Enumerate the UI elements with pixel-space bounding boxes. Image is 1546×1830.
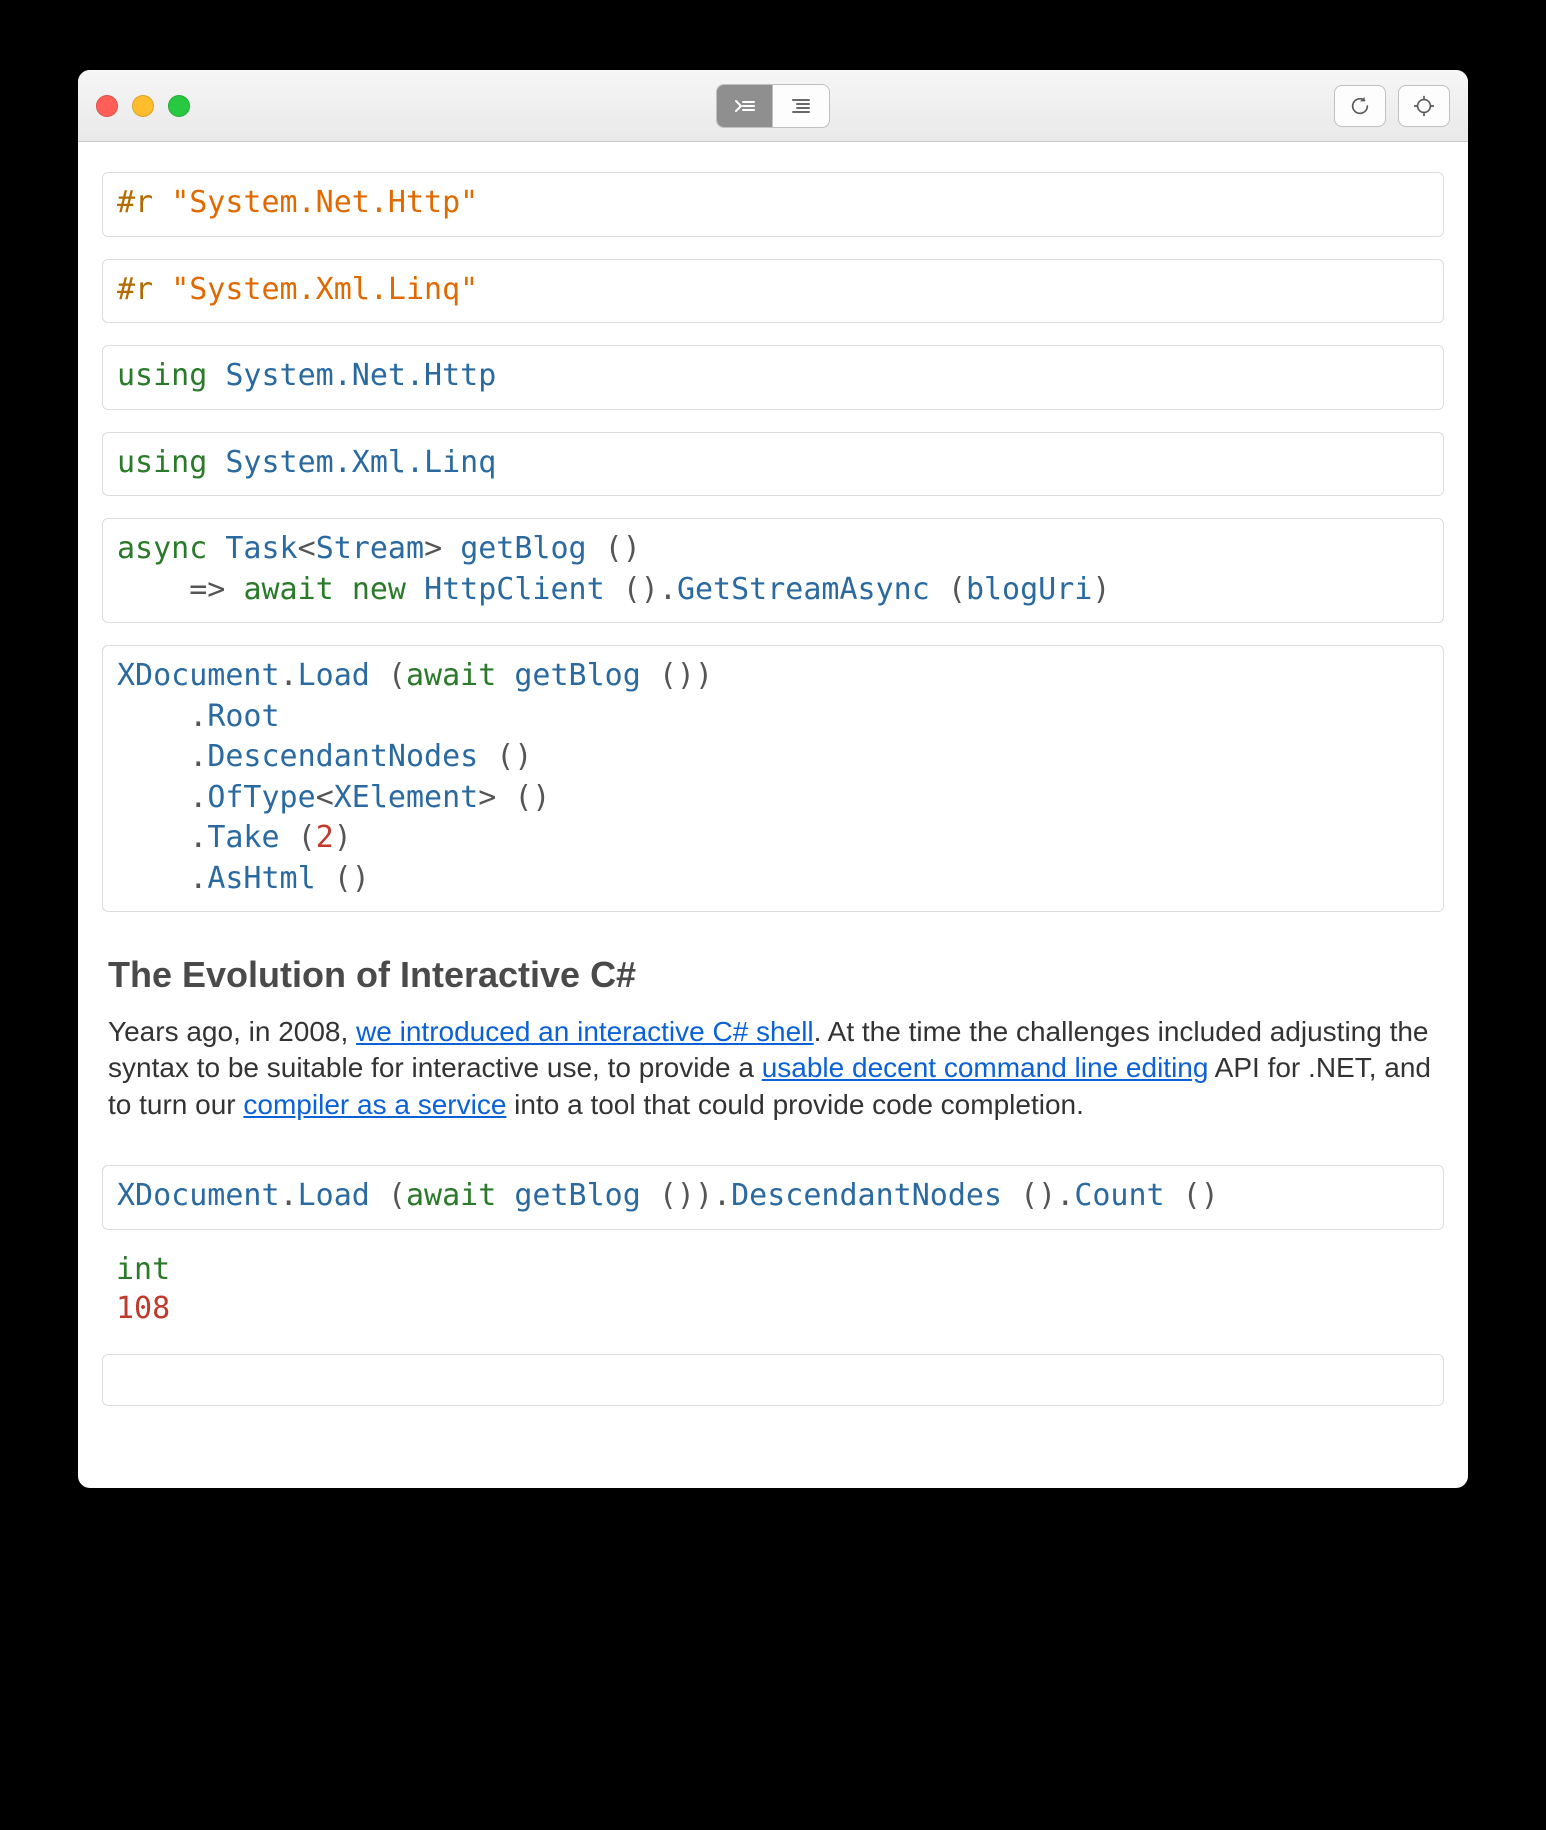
- target-button[interactable]: [1398, 85, 1450, 127]
- keyword: new: [352, 572, 406, 607]
- code-cell[interactable]: using System.Xml.Linq: [102, 432, 1444, 497]
- preprocessor-directive: #r: [117, 185, 153, 220]
- method-name: Load: [298, 658, 370, 693]
- member: Root: [207, 699, 279, 734]
- type: XDocument: [117, 1178, 280, 1213]
- keyword: await: [406, 1178, 496, 1213]
- repl-view-button[interactable]: [717, 85, 773, 127]
- minimize-icon[interactable]: [132, 95, 154, 117]
- type: Task: [225, 531, 297, 566]
- code-cell[interactable]: XDocument.Load (await getBlog ()).Descen…: [102, 1165, 1444, 1230]
- code-cell[interactable]: XDocument.Load (await getBlog ()) .Root …: [102, 645, 1444, 912]
- code-cell-empty[interactable]: [102, 1354, 1444, 1406]
- code-cell[interactable]: #r "System.Net.Http": [102, 172, 1444, 237]
- namespace: System.Net.Http: [225, 358, 496, 393]
- method-name: OfType: [207, 780, 315, 815]
- method-name: AsHtml: [207, 861, 315, 896]
- method-name: Take: [207, 820, 279, 855]
- result-type: int: [116, 1250, 1430, 1289]
- method-name: DescendantNodes: [207, 739, 478, 774]
- code-cell[interactable]: #r "System.Xml.Linq": [102, 259, 1444, 324]
- keyword: using: [117, 445, 207, 480]
- keyword: using: [117, 358, 207, 393]
- toolbar-right: [1334, 85, 1450, 127]
- keyword: await: [406, 658, 496, 693]
- titlebar: [78, 70, 1468, 142]
- view-mode-segment: [716, 84, 830, 128]
- article-link[interactable]: we introduced an interactive C# shell: [356, 1016, 814, 1047]
- namespace: System.Xml.Linq: [225, 445, 496, 480]
- zoom-icon[interactable]: [168, 95, 190, 117]
- app-window: #r "System.Net.Http" #r "System.Xml.Linq…: [78, 70, 1468, 1488]
- keyword: await: [243, 572, 333, 607]
- preprocessor-directive: #r: [117, 272, 153, 307]
- article-paragraph: Years ago, in 2008, we introduced an int…: [108, 1014, 1438, 1123]
- method-name: Count: [1074, 1178, 1164, 1213]
- reload-button[interactable]: [1334, 85, 1386, 127]
- type: HttpClient: [424, 572, 605, 607]
- result-output: int 108: [102, 1246, 1444, 1328]
- html-output: The Evolution of Interactive C# Years ag…: [102, 934, 1444, 1135]
- string-literal: "System.Net.Http": [171, 185, 478, 220]
- article-link[interactable]: usable decent command line editing: [762, 1052, 1209, 1083]
- type: XElement: [334, 780, 479, 815]
- type: Stream: [316, 531, 424, 566]
- method-name: GetStreamAsync: [677, 572, 930, 607]
- method-name: getBlog: [514, 658, 640, 693]
- notebook-content: #r "System.Net.Http" #r "System.Xml.Linq…: [78, 142, 1468, 1488]
- string-literal: "System.Xml.Linq": [171, 272, 478, 307]
- code-cell[interactable]: using System.Net.Http: [102, 345, 1444, 410]
- keyword: async: [117, 531, 207, 566]
- code-cell[interactable]: async Task<Stream> getBlog () => await n…: [102, 518, 1444, 623]
- article-link[interactable]: compiler as a service: [243, 1089, 506, 1120]
- identifier: blogUri: [966, 572, 1092, 607]
- number-literal: 2: [316, 820, 334, 855]
- method-name: Load: [298, 1178, 370, 1213]
- outline-view-button[interactable]: [773, 85, 829, 127]
- window-controls: [96, 95, 190, 117]
- method-name: getBlog: [514, 1178, 640, 1213]
- result-value: 108: [116, 1289, 1430, 1328]
- method-name: DescendantNodes: [731, 1178, 1002, 1213]
- method-name: getBlog: [460, 531, 586, 566]
- type: XDocument: [117, 658, 280, 693]
- article-title: The Evolution of Interactive C#: [108, 954, 1438, 996]
- close-icon[interactable]: [96, 95, 118, 117]
